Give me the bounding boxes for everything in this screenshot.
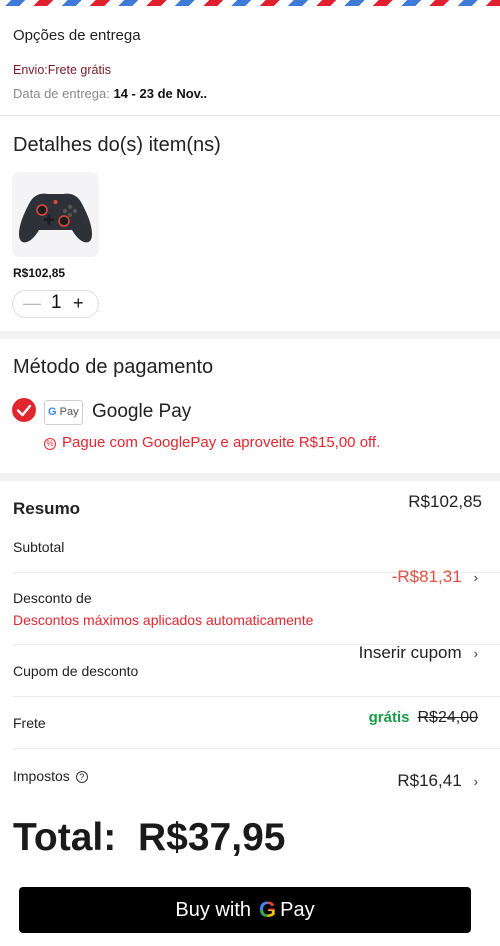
divider <box>13 696 500 697</box>
delivery-date-label: Data de entrega: <box>13 86 110 101</box>
shipping-free: grátis <box>368 709 410 726</box>
divider <box>0 115 500 116</box>
shipping-label: Frete <box>13 715 46 731</box>
google-pay-badge-icon: G Pay <box>44 400 83 425</box>
shipping-value: grátis R$24,00 <box>369 707 478 727</box>
total-label: Total: <box>13 816 117 859</box>
discount-row-value[interactable]: -R$81,31 › <box>392 567 478 587</box>
chevron-right-icon: › <box>473 570 478 585</box>
shipping-original-price: R$24,00 <box>417 709 479 726</box>
summary-items-total: R$102,85 <box>408 492 482 511</box>
summary-title: Resumo <box>13 499 81 518</box>
discount-value: -R$81,31 <box>391 567 462 586</box>
discount-note: Descontos máximos aplicados automaticame… <box>13 612 314 628</box>
section-divider <box>0 331 500 339</box>
delivery-date: Data de entrega: 14 - 23 de Nov.. <box>13 86 207 101</box>
taxes-value[interactable]: R$16,41 › <box>397 771 478 791</box>
payment-method-name[interactable]: Google Pay <box>92 401 191 423</box>
item-price: R$102,85 <box>13 266 66 280</box>
shipping-method: Envio:Frete grátis <box>13 63 111 77</box>
subtotal-label: Subtotal <box>13 539 65 555</box>
decrease-quantity-button[interactable]: — <box>23 293 41 314</box>
coupon-action[interactable]: Inserir cupom › <box>359 643 478 663</box>
google-g-icon: G <box>259 897 277 922</box>
coupon-label: Cupom de desconto <box>13 663 139 679</box>
buy-with-google-pay-button[interactable]: Buy with G Pay <box>19 887 471 933</box>
info-icon[interactable]: ? <box>75 771 88 783</box>
payment-promo: % Pague com GooglePay e aproveite R$15,00… <box>44 434 380 451</box>
total-value: R$37,95 <box>138 816 286 859</box>
chevron-right-icon: › <box>473 774 478 789</box>
buy-button-prefix: Buy with <box>175 898 251 921</box>
taxes-label: Impostos? <box>13 768 88 784</box>
product-thumbnail[interactable] <box>12 172 99 257</box>
payment-title: Método de pagamento <box>13 356 214 378</box>
selected-check-icon[interactable] <box>12 398 36 422</box>
divider <box>13 748 500 749</box>
taxes-amount: R$16,41 <box>397 771 462 790</box>
airmail-border <box>0 0 500 6</box>
quantity-stepper[interactable]: — 1 + <box>12 290 99 318</box>
buy-button-suffix: Pay <box>280 898 315 921</box>
discount-percent-icon: % <box>44 438 56 450</box>
coupon-action-label: Inserir cupom <box>358 643 462 662</box>
discount-label: Desconto de <box>13 590 92 606</box>
increase-quantity-button[interactable]: + <box>73 293 84 314</box>
delivery-title: Opções de entrega <box>13 27 141 44</box>
chevron-right-icon: › <box>473 646 478 661</box>
quantity-value: 1 <box>51 292 62 313</box>
section-divider <box>0 473 500 481</box>
delivery-date-value: 14 - 23 de Nov.. <box>113 86 208 101</box>
gamepad-controller-icon <box>19 193 92 243</box>
items-title: Detalhes do(s) item(ns) <box>13 134 221 156</box>
